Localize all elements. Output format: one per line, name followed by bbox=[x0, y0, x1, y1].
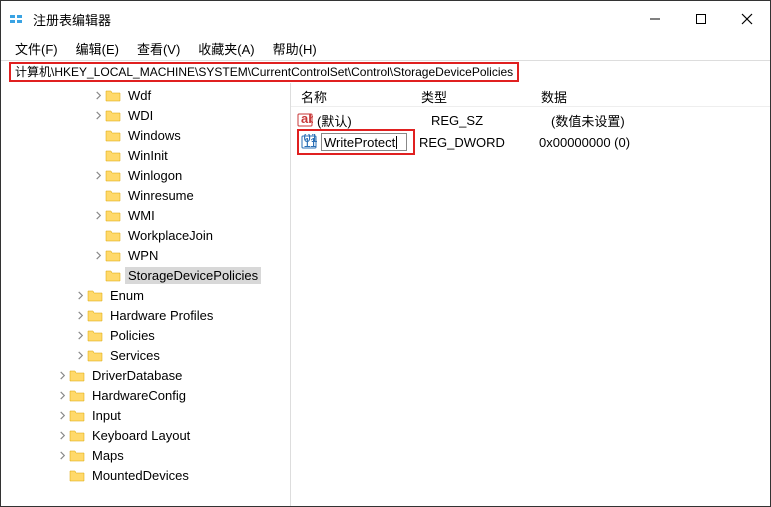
folder-icon bbox=[105, 128, 121, 142]
folder-icon bbox=[87, 348, 103, 362]
tree-node-driverdatabase[interactable]: DriverDatabase bbox=[1, 365, 290, 385]
value-data: (数值未设置) bbox=[551, 111, 770, 130]
folder-icon bbox=[87, 288, 103, 302]
folder-icon bbox=[69, 368, 85, 382]
tree-pane[interactable]: Wdf WDI Windows WinInit Winlogon Winresu… bbox=[1, 83, 291, 506]
folder-icon bbox=[105, 268, 121, 282]
tree-node-enum[interactable]: Enum bbox=[1, 285, 290, 305]
tree-node-wdi[interactable]: WDI bbox=[1, 105, 290, 125]
folder-icon bbox=[105, 148, 121, 162]
tree-node-winresume[interactable]: Winresume bbox=[1, 185, 290, 205]
chevron-right-icon[interactable] bbox=[55, 411, 69, 420]
column-type[interactable]: 类型 bbox=[411, 83, 531, 106]
svg-text:ab: ab bbox=[301, 112, 313, 126]
dword-value-icon: 011110 bbox=[301, 134, 317, 150]
folder-icon bbox=[69, 428, 85, 442]
tree-node-windows[interactable]: Windows bbox=[1, 125, 290, 145]
chevron-right-icon[interactable] bbox=[73, 311, 87, 320]
address-path[interactable]: 计算机\HKEY_LOCAL_MACHINE\SYSTEM\CurrentCon… bbox=[9, 62, 519, 82]
chevron-right-icon[interactable] bbox=[91, 111, 105, 120]
titlebar: 注册表编辑器 bbox=[1, 1, 770, 37]
value-type: REG_DWORD bbox=[419, 135, 539, 150]
highlight-box: 011110 WriteProtect bbox=[297, 129, 415, 155]
chevron-right-icon[interactable] bbox=[73, 291, 87, 300]
tree: Wdf WDI Windows WinInit Winlogon Winresu… bbox=[1, 85, 290, 485]
string-value-icon: ab bbox=[297, 112, 313, 128]
values-pane: 名称 类型 数据 ab (默认) REG_SZ (数值未设置) 011110 bbox=[291, 83, 770, 506]
folder-icon bbox=[105, 248, 121, 262]
folder-icon bbox=[87, 308, 103, 322]
value-type: REG_SZ bbox=[431, 113, 551, 128]
folder-icon bbox=[69, 408, 85, 422]
maximize-button[interactable] bbox=[678, 1, 724, 37]
folder-icon bbox=[69, 388, 85, 402]
tree-node-storagedevicepolicies[interactable]: StorageDevicePolicies bbox=[1, 265, 290, 285]
tree-node-input[interactable]: Input bbox=[1, 405, 290, 425]
chevron-right-icon[interactable] bbox=[55, 371, 69, 380]
folder-icon bbox=[105, 228, 121, 242]
tree-node-maps[interactable]: Maps bbox=[1, 445, 290, 465]
menubar: 文件(F) 编辑(E) 查看(V) 收藏夹(A) 帮助(H) bbox=[1, 37, 770, 61]
value-name-edit-input[interactable]: WriteProtect bbox=[321, 133, 407, 151]
chevron-right-icon[interactable] bbox=[91, 91, 105, 100]
chevron-right-icon[interactable] bbox=[55, 391, 69, 400]
text-caret bbox=[396, 136, 397, 149]
tree-node-hardwareconfig[interactable]: HardwareConfig bbox=[1, 385, 290, 405]
tree-node-wininit[interactable]: WinInit bbox=[1, 145, 290, 165]
tree-node-hardwareprofiles[interactable]: Hardware Profiles bbox=[1, 305, 290, 325]
chevron-right-icon[interactable] bbox=[91, 171, 105, 180]
chevron-right-icon[interactable] bbox=[55, 451, 69, 460]
tree-node-winlogon[interactable]: Winlogon bbox=[1, 165, 290, 185]
tree-node-wdf[interactable]: Wdf bbox=[1, 85, 290, 105]
folder-icon bbox=[105, 168, 121, 182]
chevron-right-icon[interactable] bbox=[91, 211, 105, 220]
value-row-writeprotect[interactable]: 011110 WriteProtect REG_DWORD 0x00000000… bbox=[291, 131, 770, 153]
tree-node-workplacejoin[interactable]: WorkplaceJoin bbox=[1, 225, 290, 245]
regedit-icon bbox=[9, 11, 25, 27]
folder-icon bbox=[69, 448, 85, 462]
value-row-default[interactable]: ab (默认) REG_SZ (数值未设置) bbox=[291, 109, 770, 131]
menu-view[interactable]: 查看(V) bbox=[129, 37, 188, 60]
folder-icon bbox=[105, 88, 121, 102]
tree-node-wpn[interactable]: WPN bbox=[1, 245, 290, 265]
folder-icon bbox=[69, 468, 85, 482]
menu-edit[interactable]: 编辑(E) bbox=[68, 37, 127, 60]
app-window: 注册表编辑器 文件(F) 编辑(E) 查看(V) 收藏夹(A) 帮助(H) 计算… bbox=[0, 0, 771, 507]
window-controls bbox=[632, 1, 770, 37]
menu-favorites[interactable]: 收藏夹(A) bbox=[190, 37, 262, 60]
tree-node-mounteddevices[interactable]: MountedDevices bbox=[1, 465, 290, 485]
tree-node-policies[interactable]: Policies bbox=[1, 325, 290, 345]
addressbar: 计算机\HKEY_LOCAL_MACHINE\SYSTEM\CurrentCon… bbox=[1, 61, 770, 83]
chevron-right-icon[interactable] bbox=[55, 431, 69, 440]
window-title: 注册表编辑器 bbox=[33, 10, 632, 29]
folder-icon bbox=[87, 328, 103, 342]
column-data[interactable]: 数据 bbox=[531, 83, 770, 106]
tree-node-services[interactable]: Services bbox=[1, 345, 290, 365]
chevron-right-icon[interactable] bbox=[73, 351, 87, 360]
minimize-button[interactable] bbox=[632, 1, 678, 37]
chevron-right-icon[interactable] bbox=[73, 331, 87, 340]
folder-icon bbox=[105, 188, 121, 202]
folder-icon bbox=[105, 108, 121, 122]
client-area: Wdf WDI Windows WinInit Winlogon Winresu… bbox=[1, 83, 770, 506]
column-headers: 名称 类型 数据 bbox=[291, 83, 770, 107]
value-name: (默认) bbox=[317, 111, 431, 130]
svg-text:110: 110 bbox=[304, 135, 318, 150]
chevron-right-icon[interactable] bbox=[91, 251, 105, 260]
column-name[interactable]: 名称 bbox=[291, 83, 411, 106]
tree-node-keyboardlayout[interactable]: Keyboard Layout bbox=[1, 425, 290, 445]
value-data: 0x00000000 (0) bbox=[539, 135, 770, 150]
folder-icon bbox=[105, 208, 121, 222]
tree-node-wmi[interactable]: WMI bbox=[1, 205, 290, 225]
menu-help[interactable]: 帮助(H) bbox=[265, 37, 325, 60]
close-button[interactable] bbox=[724, 1, 770, 37]
menu-file[interactable]: 文件(F) bbox=[7, 37, 66, 60]
value-rows: ab (默认) REG_SZ (数值未设置) 011110 WriteProte… bbox=[291, 107, 770, 153]
